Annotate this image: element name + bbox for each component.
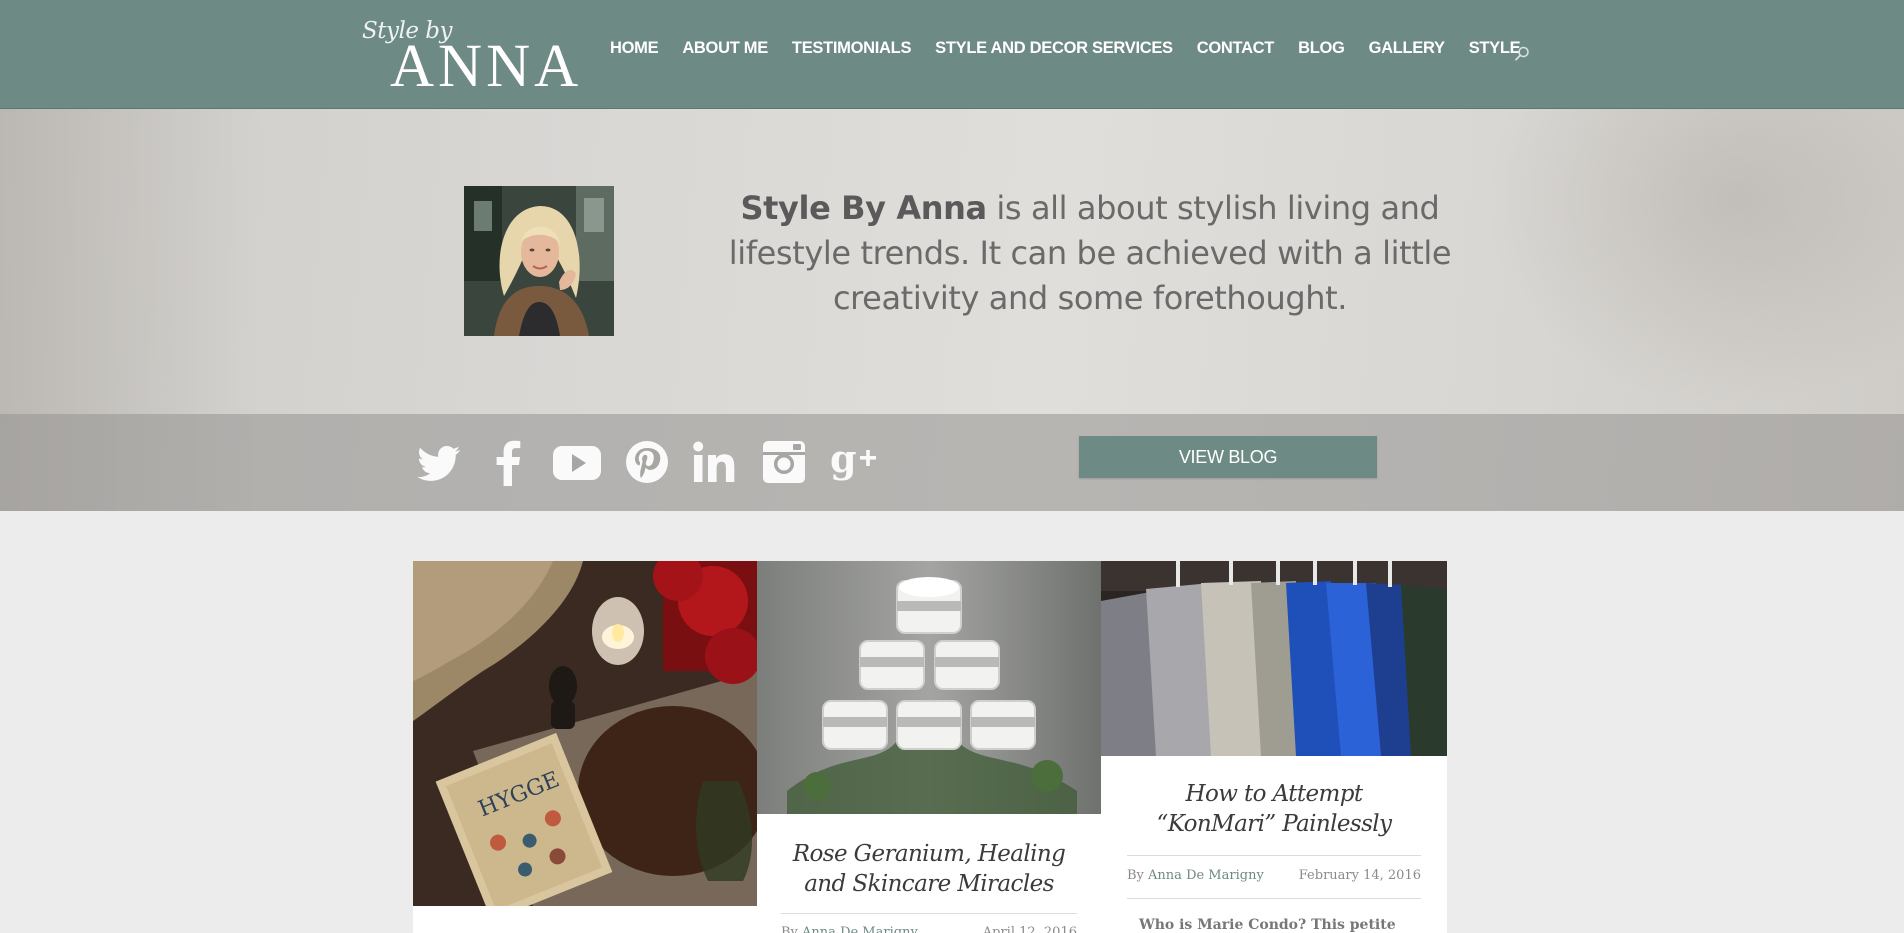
view-blog-button[interactable]: VIEW BLOG — [1079, 436, 1377, 478]
search-icon[interactable] — [1512, 44, 1532, 64]
twitter-icon[interactable] — [416, 438, 462, 486]
hero-texture-right — [1484, 109, 1904, 409]
post-title[interactable]: Rose Geranium, Healing and Skincare Mira… — [791, 839, 1067, 899]
post-divider — [1127, 898, 1421, 899]
google-plus-icon[interactable]: g — [830, 436, 878, 486]
post-image-skincare[interactable] — [757, 561, 1101, 814]
post-meta-author: By Anna De Marigny — [781, 925, 918, 933]
site-logo[interactable]: Style by ANNA — [362, 18, 578, 97]
site-header: Style by ANNA HOME ABOUT ME TESTIMONIALS… — [0, 0, 1904, 109]
post-author-link[interactable]: Anna De Marigny — [802, 925, 918, 933]
post-excerpt: Who is Marie Condo? This petite and pret… — [1139, 917, 1396, 933]
author-portrait — [464, 186, 614, 336]
nav-item-blog[interactable]: BLOG — [1298, 39, 1345, 61]
post-author-prefix: By — [781, 925, 798, 933]
linkedin-icon[interactable] — [692, 438, 738, 486]
main-nav: HOME ABOUT ME TESTIMONIALS STYLE AND DEC… — [610, 39, 1544, 61]
instagram-icon[interactable] — [762, 438, 806, 486]
nav-item-gallery[interactable]: GALLERY — [1369, 39, 1445, 61]
nav-item-style-and-decor-services[interactable]: STYLE AND DECOR SERVICES — [935, 39, 1173, 61]
logo-main-text: ANNA — [390, 33, 583, 100]
post-image-hygge[interactable]: HYGGE — [413, 561, 757, 906]
blog-post-card[interactable]: How to Attempt “KonMari” Painlessly By A… — [1101, 561, 1447, 933]
hero-tagline: Style By Anna is all about stylish livin… — [690, 186, 1490, 321]
nav-item-testimonials[interactable]: TESTIMONIALS — [792, 39, 912, 61]
nav-item-contact[interactable]: CONTACT — [1197, 39, 1275, 61]
post-author-link[interactable]: Anna De Marigny — [1148, 868, 1264, 883]
blog-post-card[interactable]: Rose Geranium, Healing and Skincare Mira… — [757, 561, 1101, 933]
tagline-brand: Style By Anna — [740, 189, 988, 227]
post-date: April 12, 2016 — [982, 925, 1077, 933]
pinterest-icon[interactable] — [624, 438, 670, 486]
svg-text:g: g — [830, 438, 857, 481]
facebook-icon[interactable] — [490, 438, 524, 486]
post-image-wardrobe[interactable] — [1101, 561, 1447, 756]
post-divider — [781, 913, 1077, 914]
blog-post-card[interactable]: HYGGE — [413, 561, 757, 933]
post-date: February 14, 2016 — [1298, 868, 1421, 883]
post-author-prefix: By — [1127, 868, 1144, 883]
nav-item-home[interactable]: HOME — [610, 39, 659, 61]
post-divider — [1127, 855, 1421, 856]
post-title[interactable]: How to Attempt “KonMari” Painlessly — [1141, 779, 1407, 839]
nav-item-about-me[interactable]: ABOUT ME — [682, 39, 768, 61]
social-bar — [0, 414, 1904, 511]
post-meta-author: By Anna De Marigny — [1127, 868, 1264, 883]
youtube-icon[interactable] — [552, 438, 602, 486]
